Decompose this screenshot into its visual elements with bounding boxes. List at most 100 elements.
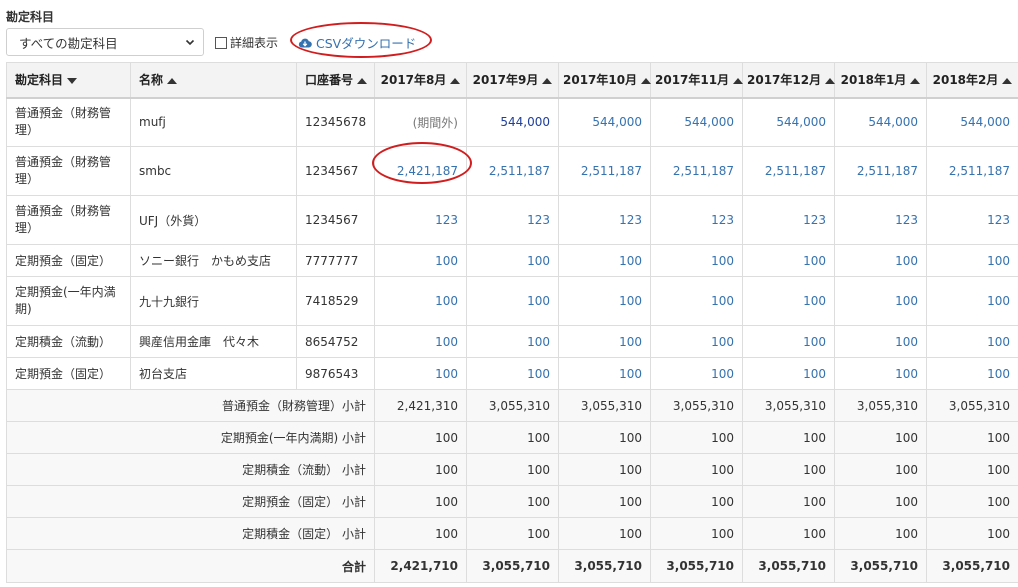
header-number[interactable]: 口座番号 (296, 62, 375, 99)
balance-cell[interactable]: 123 (742, 195, 835, 245)
total-label: 合計 (6, 549, 375, 583)
subtotal-cell: 100 (466, 421, 559, 454)
account-filter-label: 勘定科目 (6, 10, 55, 24)
name-cell: 九十九銀行 (130, 276, 297, 326)
balance-cell[interactable]: 100 (374, 357, 467, 390)
account-cell: 定期預金(一年内満期) (6, 276, 131, 326)
number-cell: 8654752 (296, 325, 375, 358)
header-month[interactable]: 2017年10月 (558, 62, 652, 99)
number-cell: 1234567 (296, 146, 375, 196)
balance-cell[interactable]: 100 (834, 244, 927, 277)
balance-cell[interactable]: 100 (926, 244, 1018, 277)
header-name[interactable]: 名称 (130, 62, 297, 99)
balance-cell[interactable]: 100 (926, 325, 1018, 358)
balance-cell[interactable]: 100 (374, 244, 467, 277)
balance-cell[interactable]: 100 (650, 325, 743, 358)
total-cell: 3,055,710 (834, 549, 927, 583)
balance-cell[interactable]: 123 (926, 195, 1018, 245)
balance-cell[interactable]: 2,511,187 (650, 146, 743, 196)
balance-cell[interactable]: 123 (834, 195, 927, 245)
balance-cell[interactable]: 100 (742, 244, 835, 277)
balance-cell[interactable]: 100 (466, 244, 559, 277)
csv-download-link[interactable]: CSVダウンロード (298, 33, 416, 52)
header-month[interactable]: 2017年12月 (742, 62, 836, 99)
name-cell: mufj (130, 97, 297, 147)
subtotal-cell: 3,055,310 (558, 389, 651, 422)
balance-cell[interactable]: 2,511,187 (558, 146, 651, 196)
subtotal-cell: 100 (558, 453, 651, 486)
balance-cell[interactable]: 2,511,187 (834, 146, 927, 196)
balance-cell[interactable]: 100 (834, 276, 927, 326)
subtotal-cell: 3,055,310 (926, 389, 1018, 422)
balance-cell[interactable]: 100 (834, 325, 927, 358)
header-month[interactable]: 2017年11月 (650, 62, 744, 99)
balance-cell[interactable]: 100 (374, 276, 467, 326)
subtotal-cell: 100 (558, 421, 651, 454)
header-month[interactable]: 2018年2月 (926, 62, 1018, 99)
sort-asc-icon (825, 77, 836, 84)
balance-cell[interactable]: 100 (742, 325, 835, 358)
subtotal-cell: 100 (558, 517, 651, 550)
subtotal-cell: 100 (466, 517, 559, 550)
account-cell: 定期預金（固定） (6, 244, 131, 277)
balance-cell[interactable]: 544,000 (834, 97, 927, 147)
table-row: 定期積金（流動） 興産信用金庫 代々木 8654752 100 100 100 … (6, 325, 1018, 358)
balance-cell[interactable]: 100 (558, 276, 651, 326)
balance-cell[interactable]: 100 (834, 357, 927, 390)
detail-toggle[interactable]: 詳細表示 (215, 34, 278, 51)
balance-cell[interactable]: 100 (374, 325, 467, 358)
header-month[interactable]: 2017年9月 (466, 62, 559, 99)
balance-cell[interactable]: 100 (742, 357, 835, 390)
balance-cell[interactable]: 100 (926, 357, 1018, 390)
subtotal-cell: 100 (926, 453, 1018, 486)
subtotal-label: 定期積金（固定） 小計 (6, 517, 375, 550)
balance-cell[interactable]: 544,000 (466, 97, 559, 147)
sort-asc-icon (733, 77, 744, 84)
number-cell: 7777777 (296, 244, 375, 277)
balance-cell[interactable]: 100 (650, 357, 743, 390)
subtotal-row: 定期積金（流動） 小計 100 100 100 100 100 100 100 (6, 453, 1018, 486)
detail-checkbox[interactable] (215, 36, 227, 49)
sort-asc-icon (450, 77, 461, 84)
balance-cell[interactable]: 544,000 (742, 97, 835, 147)
subtotal-cell: 100 (650, 517, 743, 550)
balance-cell[interactable]: 100 (558, 357, 651, 390)
balance-cell[interactable]: 100 (650, 276, 743, 326)
balance-cell[interactable]: 100 (466, 276, 559, 326)
balance-cell[interactable]: 544,000 (650, 97, 743, 147)
balance-cell[interactable]: 2,421,187 (374, 146, 467, 196)
balance-cell[interactable]: 100 (466, 357, 559, 390)
balance-cell[interactable]: 544,000 (558, 97, 651, 147)
balance-cell[interactable]: 123 (374, 195, 467, 245)
balance-cell[interactable]: 123 (650, 195, 743, 245)
balance-cell[interactable]: 100 (926, 276, 1018, 326)
name-cell: UFJ（外貨） (130, 195, 297, 245)
balance-cell[interactable]: 100 (558, 325, 651, 358)
balance-cell[interactable]: 100 (558, 244, 651, 277)
name-cell: 興産信用金庫 代々木 (130, 325, 297, 358)
balance-cell[interactable]: 2,511,187 (742, 146, 835, 196)
number-cell: 7418529 (296, 276, 375, 326)
balance-cell[interactable]: 2,511,187 (466, 146, 559, 196)
balance-cell[interactable]: 100 (742, 276, 835, 326)
balance-cell[interactable]: 123 (558, 195, 651, 245)
subtotal-cell: 3,055,310 (466, 389, 559, 422)
table-row: 普通預金（財務管理） UFJ（外貨） 1234567 123 123 123 1… (6, 195, 1018, 245)
subtotal-cell: 3,055,310 (650, 389, 743, 422)
balance-cell[interactable]: 2,511,187 (926, 146, 1018, 196)
header-month[interactable]: 2018年1月 (834, 62, 927, 99)
balance-cell[interactable]: 544,000 (926, 97, 1018, 147)
sort-desc-icon (67, 77, 78, 84)
balance-cell[interactable]: 123 (466, 195, 559, 245)
detail-label: 詳細表示 (230, 36, 279, 50)
subtotal-cell: 100 (834, 517, 927, 550)
header-account[interactable]: 勘定科目 (6, 62, 131, 99)
account-cell: 定期積金（流動） (6, 325, 131, 358)
account-select[interactable]: すべての勘定科目 (6, 28, 204, 56)
balance-cell[interactable]: 100 (650, 244, 743, 277)
balance-cell[interactable]: 100 (466, 325, 559, 358)
header-month[interactable]: 2017年8月 (374, 62, 467, 99)
subtotal-cell: 100 (374, 485, 467, 518)
table-row: 定期預金（固定） 初台支店 9876543 100 100 100 100 10… (6, 357, 1018, 390)
number-cell: 9876543 (296, 357, 375, 390)
